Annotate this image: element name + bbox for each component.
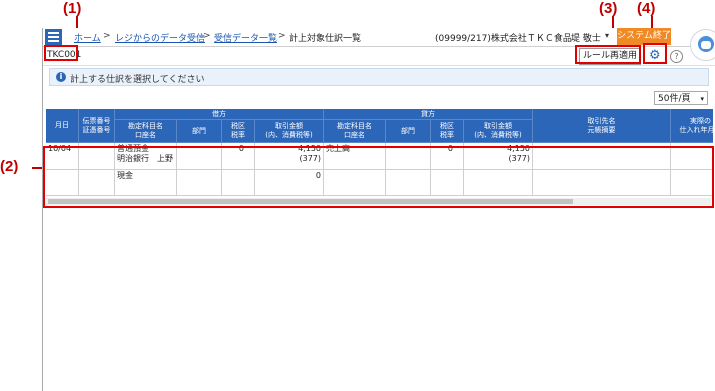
highlight-box-3 — [575, 45, 641, 64]
per-page-value: 50件/頁 — [658, 94, 691, 104]
header-debit: 借方 — [115, 109, 324, 120]
company-name: (09999/217)株式会社ＴＫＣ食品 — [435, 34, 572, 44]
breadcrumb-received-data[interactable]: レジからのデータ受信 — [115, 31, 205, 44]
callout-3: (3) — [599, 0, 618, 17]
header-credit: 貸方 — [324, 109, 533, 120]
header-debit-dept: 部門 — [177, 120, 222, 143]
per-page-select[interactable]: 50件/頁 ▾ — [654, 91, 708, 105]
info-icon: i — [56, 72, 66, 82]
header-debit-tax: 税区 税率 — [222, 120, 255, 143]
header-credit-tax: 税区 税率 — [431, 120, 464, 143]
breadcrumb-home[interactable]: ホーム — [74, 31, 101, 44]
highlight-box-4 — [643, 43, 667, 64]
header-debit-amount: 取引金額 (内、消費税等) — [255, 120, 324, 143]
callout-4: (4) — [637, 0, 656, 17]
header-date: 月日 — [46, 109, 79, 143]
header-actual-date: 実際の仕入れ年月日 — [671, 109, 713, 143]
header-credit-account: 勘定科目名 口座名 — [324, 120, 386, 143]
highlight-box-2 — [43, 146, 714, 208]
breadcrumb-separator: > — [103, 31, 111, 41]
chevron-down-icon: ▾ — [700, 95, 704, 103]
header-credit-amount: 取引金額 (内、消費税等) — [464, 120, 533, 143]
breadcrumb-separator: > — [203, 31, 211, 41]
header-slip: 伝票番号 証憑番号 — [79, 109, 115, 143]
breadcrumb-current: 計上対象仕訳一覧 — [289, 34, 362, 44]
user-menu-caret-icon[interactable]: ▾ — [605, 31, 609, 40]
header-debit-account: 勘定科目名 口座名 — [115, 120, 177, 143]
user-name[interactable]: 堤 敬士 — [571, 31, 601, 44]
breadcrumb-separator: > — [278, 31, 286, 41]
highlight-box-1 — [44, 45, 78, 61]
header-credit-dept: 部門 — [386, 120, 431, 143]
help-icon[interactable]: ? — [670, 50, 683, 63]
callout-2: (2) — [0, 158, 19, 175]
info-message: 計上する仕訳を選択してください — [70, 75, 205, 85]
hamburger-menu-icon[interactable] — [45, 29, 62, 45]
callout-1: (1) — [63, 0, 82, 17]
info-message-bar: i 計上する仕訳を選択してください — [49, 68, 709, 86]
header-partner: 取引先名 元帳摘要 — [533, 109, 671, 143]
app-window: ホーム > レジからのデータ受信 > 受信データ一覧 > 計上対象仕訳一覧 (0… — [42, 28, 715, 391]
breadcrumb-received-list[interactable]: 受信データ一覧 — [214, 31, 277, 44]
